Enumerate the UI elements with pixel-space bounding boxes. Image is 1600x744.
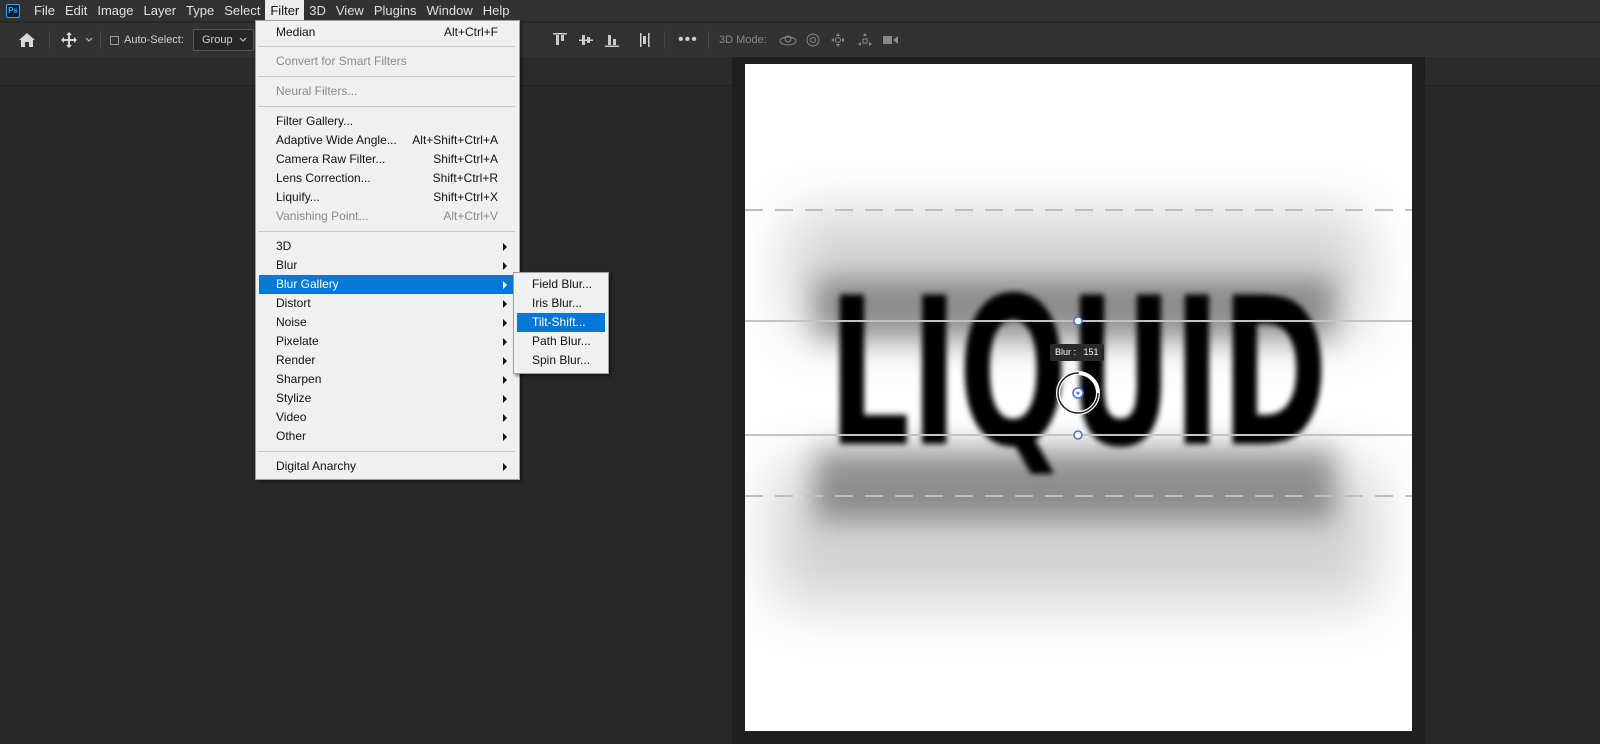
menu-filter[interactable]: Filter — [265, 0, 305, 21]
more-icon[interactable]: ••• — [678, 23, 698, 57]
menu-file[interactable]: File — [29, 0, 60, 21]
menu-item-vanishing-point[interactable]: Vanishing Point... Alt+Ctrl+V — [256, 207, 517, 226]
align-middle-icon[interactable] — [578, 23, 594, 57]
menu-item-pixelate[interactable]: Pixelate — [256, 332, 517, 351]
menu-bar: Ps File Edit Image Layer Type Select Fil… — [0, 0, 1600, 21]
roll-3d-icon[interactable] — [805, 23, 821, 57]
menu-item-render[interactable]: Render — [256, 351, 517, 370]
submenu-arrow-icon — [503, 262, 507, 270]
submenu-arrow-icon — [503, 433, 507, 441]
menu-3d[interactable]: 3D — [304, 0, 331, 21]
blur-tooltip-value: 151 — [1083, 347, 1099, 357]
auto-select-checkbox[interactable]: Auto-Select: — [110, 23, 184, 57]
menu-select[interactable]: Select — [219, 0, 265, 21]
3d-mode-label: 3D Mode: — [719, 34, 767, 46]
menu-item-video[interactable]: Video — [256, 408, 517, 427]
menu-edit[interactable]: Edit — [60, 0, 92, 21]
menu-item-sharpen[interactable]: Sharpen — [256, 370, 517, 389]
menu-item-digital-anarchy[interactable]: Digital Anarchy — [256, 457, 517, 476]
submenu-arrow-icon — [503, 338, 507, 346]
move-tool-icon[interactable] — [60, 23, 78, 57]
menu-item-filter-gallery[interactable]: Filter Gallery... — [256, 112, 517, 131]
menu-item-blur-gallery[interactable]: Blur Gallery — [259, 275, 514, 294]
submenu-item-tilt-shift[interactable]: Tilt-Shift... — [517, 313, 605, 332]
submenu-item-field-blur[interactable]: Field Blur... — [514, 275, 606, 294]
filter-menu: Median Alt+Ctrl+F Convert for Smart Filte… — [255, 20, 520, 480]
menu-item-liquify[interactable]: Liquify... Shift+Ctrl+X — [256, 188, 517, 207]
tilt-shift-preview: LIQUID — [745, 209, 1412, 604]
home-icon[interactable] — [18, 23, 36, 57]
menu-window[interactable]: Window — [421, 0, 477, 21]
submenu-arrow-icon — [503, 300, 507, 308]
document-canvas[interactable]: LIQUID Blur : 151 — [745, 64, 1412, 731]
submenu-arrow-icon — [503, 463, 507, 471]
rotate-handle-bottom[interactable] — [1073, 430, 1083, 440]
options-bar: Auto-Select: Group ••• 3D Mode: — [0, 22, 1600, 57]
chevron-down-icon — [239, 37, 247, 42]
menu-layer[interactable]: Layer — [139, 0, 182, 21]
distribute-icon[interactable] — [638, 23, 652, 57]
menu-item-stylize[interactable]: Stylize — [256, 389, 517, 408]
submenu-arrow-icon — [503, 319, 507, 327]
align-top-icon[interactable] — [552, 23, 568, 57]
submenu-item-iris-blur[interactable]: Iris Blur... — [514, 294, 606, 313]
align-bottom-icon[interactable] — [604, 23, 620, 57]
menu-item-convert-smart-filters[interactable]: Convert for Smart Filters — [256, 52, 517, 71]
menu-help[interactable]: Help — [478, 0, 515, 21]
blur-gallery-submenu: Field Blur... Iris Blur... Tilt-Shift...… — [513, 272, 609, 374]
photoshop-logo-icon[interactable]: Ps — [6, 3, 20, 18]
submenu-item-spin-blur[interactable]: Spin Blur... — [514, 351, 606, 370]
blur-tooltip-label: Blur : — [1055, 347, 1077, 357]
menu-view[interactable]: View — [331, 0, 369, 21]
auto-select-target-select[interactable]: Group — [193, 23, 254, 57]
auto-select-label: Auto-Select: — [124, 34, 184, 46]
menu-image[interactable]: Image — [92, 0, 138, 21]
submenu-arrow-icon — [503, 414, 507, 422]
menu-item-other[interactable]: Other — [256, 427, 517, 446]
chevron-down-icon[interactable] — [85, 23, 93, 57]
pan-3d-icon[interactable] — [830, 23, 846, 57]
scale-3d-icon[interactable] — [881, 23, 899, 57]
menu-item-3d[interactable]: 3D — [256, 237, 517, 256]
group-value: Group — [202, 34, 233, 46]
submenu-item-path-blur[interactable]: Path Blur... — [514, 332, 606, 351]
menu-item-camera-raw-filter[interactable]: Camera Raw Filter... Shift+Ctrl+A — [256, 150, 517, 169]
menu-item-median[interactable]: Median Alt+Ctrl+F — [256, 23, 517, 42]
submenu-arrow-icon — [503, 243, 507, 251]
menu-item-noise[interactable]: Noise — [256, 313, 517, 332]
menu-item-lens-correction[interactable]: Lens Correction... Shift+Ctrl+R — [256, 169, 517, 188]
rotate-handle-top[interactable] — [1073, 316, 1083, 326]
menu-item-neural-filters[interactable]: Neural Filters... — [256, 82, 517, 101]
submenu-arrow-icon — [503, 395, 507, 403]
menu-item-adaptive-wide-angle[interactable]: Adaptive Wide Angle... Alt+Shift+Ctrl+A — [256, 131, 517, 150]
submenu-arrow-icon — [503, 376, 507, 384]
blur-tooltip: Blur : 151 — [1050, 344, 1104, 361]
slide-3d-icon[interactable] — [856, 23, 874, 57]
submenu-arrow-icon — [503, 357, 507, 365]
submenu-arrow-icon — [503, 281, 507, 289]
checkbox-box[interactable] — [110, 35, 119, 45]
menu-type[interactable]: Type — [181, 0, 219, 21]
orbit-3d-icon[interactable] — [778, 23, 798, 57]
menu-plugins[interactable]: Plugins — [369, 0, 422, 21]
menu-item-distort[interactable]: Distort — [256, 294, 517, 313]
menu-item-blur[interactable]: Blur — [256, 256, 517, 275]
